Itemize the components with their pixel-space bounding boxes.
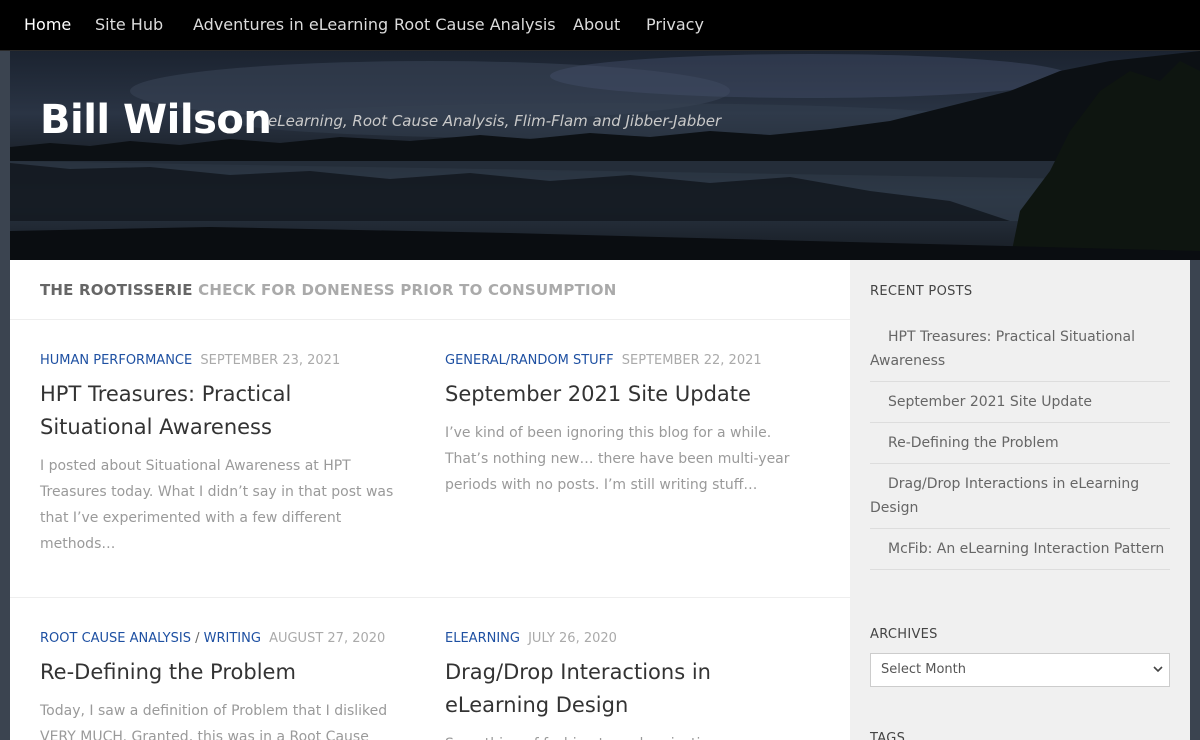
list-item: HPT Treasures: Practical Situational Awa… xyxy=(870,317,1170,382)
post-date: SEPTEMBER 22, 2021 xyxy=(621,353,762,368)
post-excerpt: I’ve kind of been ignoring this blog for… xyxy=(445,425,790,493)
archives-title: ARCHIVES xyxy=(870,627,938,642)
site-tagline: eLearning, Root Cause Analysis, Flim-Fla… xyxy=(268,112,722,130)
post-category-link[interactable]: ELEARNING xyxy=(445,631,520,646)
page-heading: THE ROOTISSERIE CHECK FOR DONENESS PRIOR… xyxy=(40,280,617,300)
post-row-divider xyxy=(10,597,850,598)
heading-divider xyxy=(10,319,850,320)
header-banner: Bill Wilson eLearning, Root Cause Analys… xyxy=(10,51,1200,260)
post-meta: ROOT CAUSE ANALYSIS / WRITING AUGUST 27,… xyxy=(40,630,400,648)
recent-post-link[interactable]: Drag/Drop Interactions in eLearning Desi… xyxy=(870,472,1170,520)
post-category-link[interactable]: HUMAN PERFORMANCE xyxy=(40,353,192,368)
post-category-link[interactable]: WRITING xyxy=(204,631,261,646)
nav-root-cause-analysis[interactable]: Root Cause Analysis xyxy=(394,15,556,35)
top-navigation: Home Site Hub Adventures in eLearning Ro… xyxy=(0,0,1200,51)
site-title[interactable]: Bill Wilson xyxy=(40,95,272,145)
post-title[interactable]: HPT Treasures: Practical Situational Awa… xyxy=(40,378,400,444)
post-category-link[interactable]: ROOT CAUSE ANALYSIS xyxy=(40,631,191,646)
nav-adventures-in-elearning[interactable]: Adventures in eLearning xyxy=(193,15,388,35)
post-meta: ELEARNING JULY 26, 2020 xyxy=(445,630,805,648)
recent-post-link[interactable]: September 2021 Site Update xyxy=(870,390,1170,414)
post-date: JULY 26, 2020 xyxy=(528,631,617,646)
page-heading-title: THE ROOTISSERIE xyxy=(40,281,193,299)
list-item: Drag/Drop Interactions in eLearning Desi… xyxy=(870,464,1170,529)
recent-post-link[interactable]: HPT Treasures: Practical Situational Awa… xyxy=(870,325,1170,373)
recent-posts-title: RECENT POSTS xyxy=(870,284,973,299)
post-meta: GENERAL/RANDOM STUFF SEPTEMBER 22, 2021 xyxy=(445,352,805,370)
list-item: September 2021 Site Update xyxy=(870,382,1170,423)
post-title[interactable]: Drag/Drop Interactions in eLearning Desi… xyxy=(445,656,805,722)
nav-site-hub[interactable]: Site Hub xyxy=(95,15,163,35)
post-excerpt: Something of fashion to and projection xyxy=(445,731,805,740)
post-card: HUMAN PERFORMANCE SEPTEMBER 23, 2021 HPT… xyxy=(40,352,400,557)
post-card: GENERAL/RANDOM STUFF SEPTEMBER 22, 2021 … xyxy=(445,352,805,498)
lake-landscape-image xyxy=(10,51,1200,260)
post-card: ROOT CAUSE ANALYSIS / WRITING AUGUST 27,… xyxy=(40,630,400,740)
archives-select-value: Select Month xyxy=(881,662,966,677)
recent-post-link[interactable]: Re-Defining the Problem xyxy=(870,431,1170,455)
post-category-link[interactable]: GENERAL/RANDOM STUFF xyxy=(445,353,614,368)
nav-about[interactable]: About xyxy=(573,15,620,35)
recent-posts-list: HPT Treasures: Practical Situational Awa… xyxy=(870,317,1170,570)
main-content: THE ROOTISSERIE CHECK FOR DONENESS PRIOR… xyxy=(10,260,850,740)
recent-post-link[interactable]: McFib: An eLearning Interaction Pattern xyxy=(870,537,1170,561)
post-excerpt: I posted about Situational Awareness at … xyxy=(40,458,394,552)
archives-select[interactable]: Select Month xyxy=(870,653,1170,687)
list-item: McFib: An eLearning Interaction Pattern xyxy=(870,529,1170,570)
page-heading-subtitle: CHECK FOR DONENESS PRIOR TO CONSUMPTION xyxy=(198,281,617,299)
list-item: Re-Defining the Problem xyxy=(870,423,1170,464)
category-separator: / xyxy=(195,631,200,646)
post-card: ELEARNING JULY 26, 2020 Drag/Drop Intera… xyxy=(445,630,805,740)
post-date: AUGUST 27, 2020 xyxy=(269,631,386,646)
post-title[interactable]: September 2021 Site Update xyxy=(445,378,805,411)
post-date: SEPTEMBER 23, 2021 xyxy=(200,353,341,368)
chevron-down-icon xyxy=(1153,666,1163,673)
post-title[interactable]: Re-Defining the Problem xyxy=(40,656,400,689)
post-excerpt: Today, I saw a definition of Problem tha… xyxy=(40,703,388,740)
tags-title: TAGS xyxy=(870,731,906,740)
nav-privacy[interactable]: Privacy xyxy=(646,15,704,35)
nav-home[interactable]: Home xyxy=(24,15,71,35)
post-meta: HUMAN PERFORMANCE SEPTEMBER 23, 2021 xyxy=(40,352,400,370)
sidebar: RECENT POSTS HPT Treasures: Practical Si… xyxy=(850,260,1190,740)
